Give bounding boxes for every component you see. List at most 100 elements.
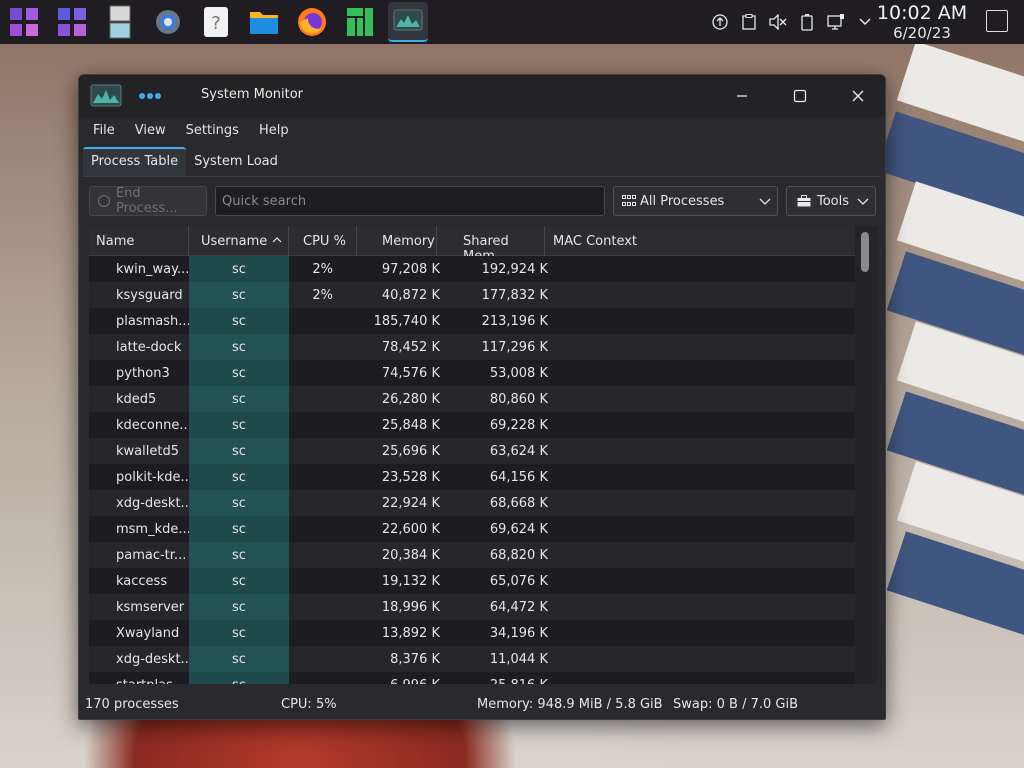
table-row[interactable]: plasmash... sc 185,740 K 213,196 K (89, 308, 855, 334)
minimize-button[interactable] (731, 85, 753, 107)
cell-cpu: 2% (312, 288, 333, 303)
cell-shared-mem: 192,924 K (481, 262, 548, 277)
network-icon[interactable] (827, 13, 845, 31)
clock[interactable]: 10:02 AM 6/20/23 (870, 2, 974, 42)
clipboard-icon[interactable] (740, 13, 758, 31)
process-table: Name Username CPU % Memory Shared Mem MA… (89, 226, 877, 684)
volume-muted-icon[interactable] (769, 13, 787, 31)
title-bar[interactable]: System Monitor (79, 75, 885, 117)
table-row[interactable]: kaccess sc 19,132 K 65,076 K (89, 568, 855, 594)
table-row[interactable]: ksmserver sc 18,996 K 64,472 K (89, 594, 855, 620)
table-row[interactable]: msm_kde... sc 22,600 K 69,624 K (89, 516, 855, 542)
cell-memory: 18,996 K (381, 600, 440, 615)
cell-cpu (289, 464, 357, 490)
menu-settings[interactable]: Settings (176, 119, 249, 145)
table-row[interactable]: xdg-deskt... sc 8,376 K 11,044 K (89, 646, 855, 672)
grid-apps-icon[interactable] (52, 2, 92, 42)
cell-name: xdg-deskt... (116, 652, 189, 667)
update-icon[interactable] (711, 13, 729, 31)
cell-memory: 22,924 K (381, 496, 440, 511)
table-row[interactable]: polkit-kde... sc 23,528 K 64,156 K (89, 464, 855, 490)
tools-button[interactable]: Tools (786, 186, 876, 216)
system-monitor-icon[interactable] (388, 2, 428, 42)
table-row[interactable]: kwalletd5 sc 25,696 K 63,624 K (89, 438, 855, 464)
battery-icon[interactable] (798, 13, 816, 31)
column-header-memory[interactable]: Memory (357, 226, 437, 256)
cell-name: pamac-tr... (116, 548, 187, 563)
column-header-mac-context[interactable]: MAC Context (545, 226, 855, 256)
cell-memory: 25,848 K (381, 418, 440, 433)
table-row[interactable]: kded5 sc 26,280 K 80,860 K (89, 386, 855, 412)
cell-shared-mem: 11,044 K (489, 652, 548, 667)
menu-help[interactable]: Help (249, 119, 299, 145)
cell-username: sc (189, 646, 289, 672)
show-desktop-button[interactable] (986, 10, 1008, 32)
column-header-username[interactable]: Username (189, 226, 289, 256)
cell-cpu (289, 412, 357, 438)
table-row[interactable]: pamac-tr... sc 20,384 K 68,820 K (89, 542, 855, 568)
help-icon[interactable]: ? (196, 2, 236, 42)
tools-label: Tools (817, 193, 850, 209)
file-manager-icon[interactable] (244, 2, 284, 42)
menu-view[interactable]: View (125, 119, 176, 145)
taskbar: ? 10:02 AM 6/20/23 (0, 0, 1024, 44)
maximize-button[interactable] (789, 85, 811, 107)
cell-name: kdeconne... (116, 418, 189, 433)
cell-memory: 13,892 K (381, 626, 440, 641)
grid-icon (622, 195, 636, 207)
settings-gear-icon[interactable] (148, 2, 188, 42)
cell-name: startplas... (89, 672, 189, 684)
table-row[interactable]: latte-dock sc 78,452 K 117,296 K (89, 334, 855, 360)
cell-shared-mem: 117,296 K (481, 340, 548, 355)
clock-date: 6/20/23 (893, 24, 951, 42)
cell-shared-mem: 25,816 K (440, 672, 548, 684)
table-row[interactable]: startplas...sc 6,996 K25,816 K (89, 672, 855, 684)
cell-memory: 20,384 K (381, 548, 440, 563)
cell-shared-mem: 65,076 K (489, 574, 548, 589)
firefox-icon[interactable] (292, 2, 332, 42)
table-body: kwin_way... sc 2% 97,208 K 192,924 K ksysguar… (89, 256, 855, 684)
column-header-shared-mem[interactable]: Shared Mem (437, 226, 545, 264)
cell-memory: 8,376 K (390, 652, 440, 667)
cell-memory: 74,576 K (381, 366, 440, 381)
table-row[interactable]: Xwayland sc 13,892 K 34,196 K (89, 620, 855, 646)
cell-shared-mem: 213,196 K (481, 314, 548, 329)
app-launcher-icon[interactable] (4, 2, 44, 42)
column-header-name[interactable]: Name (89, 226, 189, 256)
cell-username: sc (189, 516, 289, 542)
cell-cpu (289, 438, 357, 464)
cell-username: sc (189, 672, 289, 684)
tab-system-load[interactable]: System Load (186, 147, 286, 177)
cell-shared-mem: 69,624 K (489, 522, 548, 537)
window-split-icon[interactable] (100, 2, 140, 42)
table-row[interactable]: ksysguard sc 2% 40,872 K 177,832 K (89, 282, 855, 308)
cell-cpu (289, 386, 357, 412)
table-row[interactable]: kdeconne... sc 25,848 K 69,228 K (89, 412, 855, 438)
cell-name: xdg-deskt... (116, 496, 189, 511)
close-button[interactable] (847, 85, 869, 107)
table-row[interactable]: xdg-deskt... sc 22,924 K 68,668 K (89, 490, 855, 516)
cell-username: sc (189, 412, 289, 438)
quick-search-input[interactable] (215, 186, 605, 216)
table-header: Name Username CPU % Memory Shared Mem MA… (89, 226, 855, 264)
table-row[interactable]: kwin_way... sc 2% 97,208 K 192,924 K (89, 256, 855, 282)
cell-memory: 6,996 K (357, 672, 440, 684)
cell-username: sc (189, 594, 289, 620)
process-filter-dropdown[interactable]: All Processes (613, 186, 778, 216)
scrollbar-thumb[interactable] (861, 232, 869, 272)
column-header-cpu[interactable]: CPU % (289, 226, 357, 256)
end-process-button[interactable]: End Process... (89, 186, 207, 216)
cell-cpu: 2% (312, 262, 333, 277)
menu-file[interactable]: File (83, 119, 125, 145)
more-options-icon[interactable] (137, 89, 165, 103)
vertical-scrollbar[interactable] (855, 226, 877, 684)
tab-process-table[interactable]: Process Table (83, 147, 187, 177)
table-row[interactable]: python3 sc 74,576 K 53,008 K (89, 360, 855, 386)
cpu-usage: CPU: 5% (281, 697, 337, 712)
manjaro-icon[interactable] (340, 2, 380, 42)
cell-name: ksysguard (116, 288, 183, 303)
status-bar: 170 processes CPU: 5% Memory: 948.9 MiB … (79, 695, 885, 719)
cell-shared-mem: 177,832 K (481, 288, 548, 303)
cell-cpu (289, 516, 357, 542)
cell-name: polkit-kde... (116, 470, 189, 485)
